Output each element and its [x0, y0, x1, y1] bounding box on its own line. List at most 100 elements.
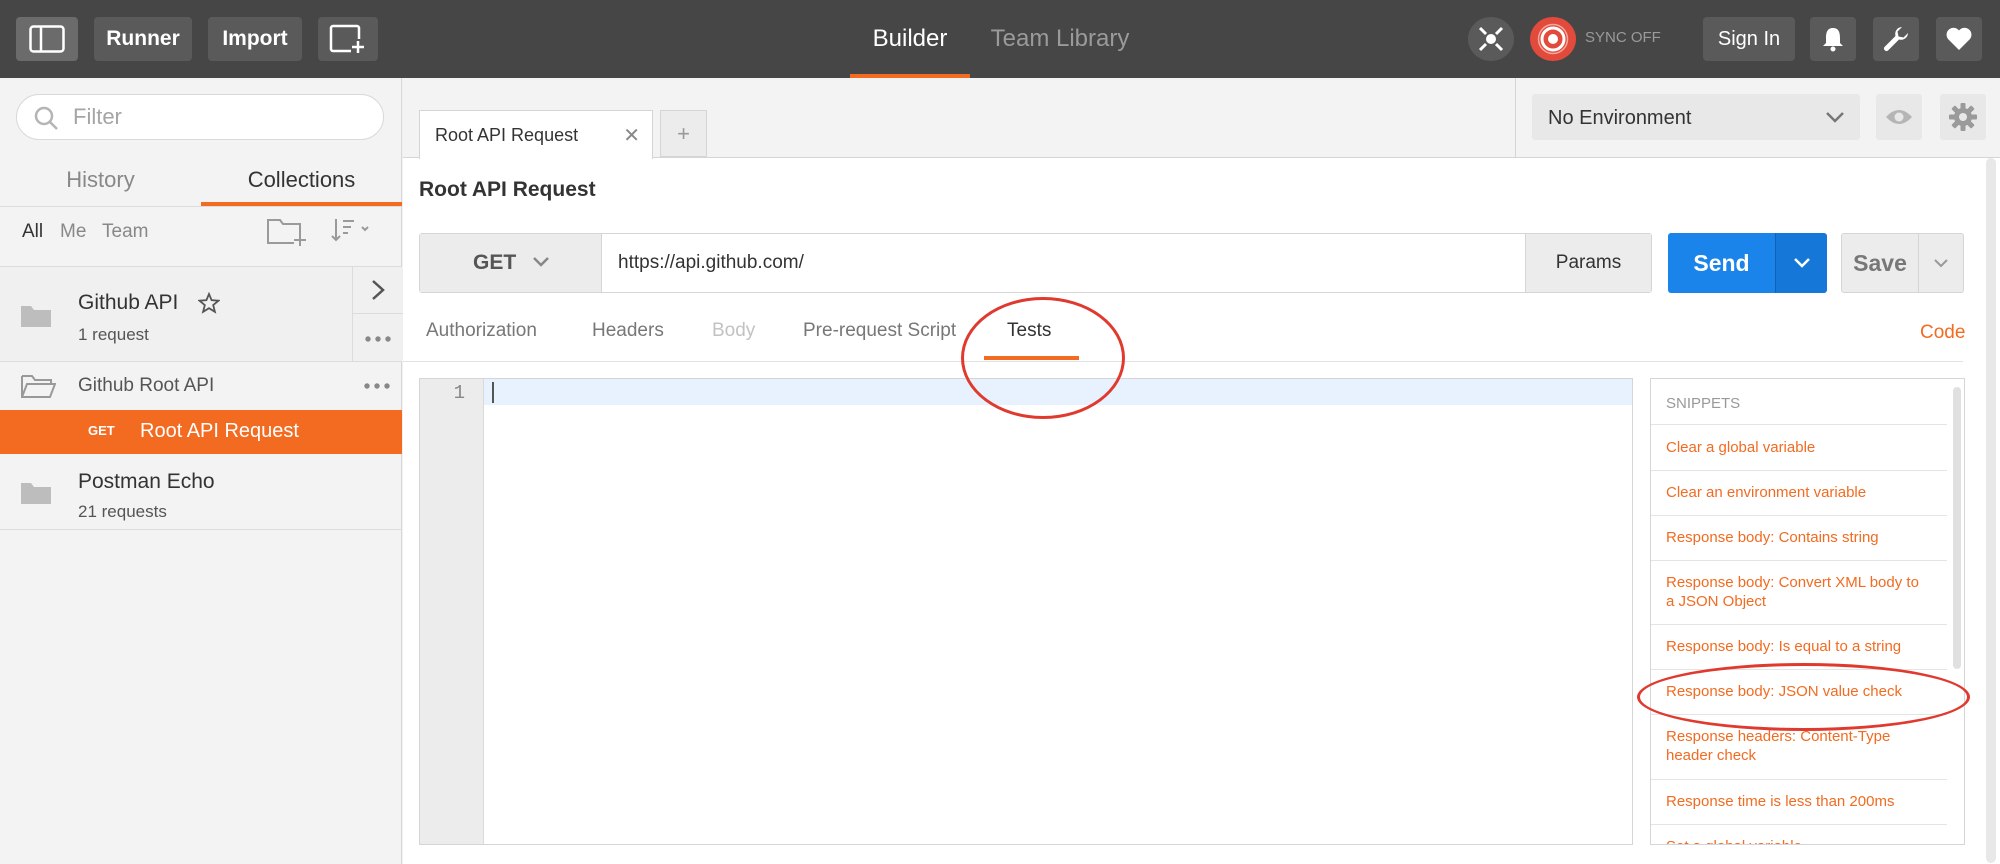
toggle-sidebar-button[interactable] [16, 17, 78, 61]
owner-filter-team[interactable]: Team [102, 221, 148, 243]
gear-icon [1949, 103, 1977, 131]
expand-collection-button[interactable] [353, 267, 403, 314]
tab-tests[interactable]: Tests [1007, 320, 1051, 342]
search-icon [34, 106, 58, 130]
tab-history[interactable]: History [0, 158, 201, 202]
environment-area: No Environment [1515, 78, 2000, 158]
params-label: Params [1555, 252, 1622, 273]
sidebar-icon [29, 25, 65, 53]
runner-button[interactable]: Runner [94, 17, 192, 61]
folder-icon [21, 483, 51, 504]
collection-actions [352, 267, 403, 362]
tests-code-editor[interactable]: 1 [419, 378, 1633, 845]
new-window-icon [329, 24, 365, 53]
tab-team-library[interactable]: Team Library [980, 0, 1140, 78]
collections-label: Collections [247, 167, 356, 192]
bell-icon [1823, 28, 1843, 52]
environment-select[interactable]: No Environment [1532, 94, 1860, 140]
environment-label: No Environment [1548, 107, 1692, 129]
request-tab[interactable]: Root API Request ✕ [419, 110, 653, 159]
builder-label: Builder [872, 25, 948, 52]
save-button[interactable]: Save [1841, 233, 1919, 293]
request-item-root-api[interactable]: GET Root API Request [0, 410, 402, 454]
collection-count: 1 request [78, 325, 149, 344]
collection-postman-echo[interactable]: Postman Echo 21 requests [0, 454, 402, 530]
url-bar: GET Params [419, 233, 1652, 293]
import-button[interactable]: Import [208, 17, 302, 61]
snippets-header: SNIPPETS [1666, 395, 1741, 412]
save-label: Save [1853, 249, 1907, 276]
snippet-item[interactable]: Response body: Is equal to a string [1651, 624, 1947, 669]
request-title: Root API Request [419, 178, 596, 201]
tab-collections[interactable]: Collections [201, 158, 402, 206]
top-bar: Runner Import Builder Team Library SYNC … [0, 0, 2000, 78]
url-input[interactable] [618, 250, 1518, 276]
environment-quick-look-button[interactable] [1876, 94, 1922, 140]
sync-status: SYNC OFF [1585, 29, 1661, 46]
sync-icon [1537, 23, 1569, 55]
interceptor-button[interactable] [1468, 17, 1514, 61]
tab-headers[interactable]: Headers [592, 320, 664, 342]
new-tab-button[interactable] [318, 17, 378, 61]
notifications-button[interactable] [1810, 17, 1856, 61]
new-folder-icon [267, 219, 306, 246]
postman-app: Runner Import Builder Team Library SYNC … [0, 0, 2000, 864]
main-scrollbar[interactable] [1986, 158, 1996, 863]
plus-icon: + [677, 120, 690, 146]
star-icon[interactable] [198, 292, 220, 314]
collection-more-button[interactable] [353, 315, 403, 362]
send-options-button[interactable] [1775, 233, 1827, 293]
sort-button[interactable] [330, 216, 374, 249]
line-number: 1 [453, 382, 465, 404]
settings-button[interactable] [1873, 17, 1919, 61]
active-tab-indicator [984, 356, 1079, 360]
generate-code-link[interactable]: Code [1920, 322, 1965, 344]
send-button[interactable]: Send [1668, 233, 1775, 293]
chevron-down-icon [1793, 258, 1810, 268]
new-collection-button[interactable] [266, 214, 308, 251]
snippet-item[interactable]: Response body: JSON value check [1651, 669, 1947, 714]
snippet-item[interactable]: Clear a global variable [1651, 424, 1947, 470]
snippet-item[interactable]: Response time is less than 200ms [1651, 779, 1947, 824]
save-options-button[interactable] [1918, 233, 1964, 293]
snippet-item[interactable]: Response headers: Content-Type header ch… [1651, 714, 1947, 779]
snippet-item[interactable]: Response body: Convert XML body to a JSO… [1651, 560, 1947, 624]
sync-button[interactable] [1530, 17, 1576, 61]
wrench-icon [1884, 27, 1908, 51]
tab-builder[interactable]: Builder [850, 0, 970, 78]
divider [0, 206, 402, 207]
eye-icon [1886, 110, 1912, 124]
support-button[interactable] [1936, 17, 1982, 61]
filter-field[interactable] [16, 94, 384, 140]
send-label: Send [1693, 249, 1750, 276]
collection-name: Github API [78, 291, 179, 314]
tab-authorization[interactable]: Authorization [426, 320, 537, 342]
folder-icon [21, 306, 51, 327]
snippet-item[interactable]: Response body: Contains string [1651, 515, 1947, 560]
sort-icon [331, 219, 369, 242]
collection-github-api[interactable]: Github API 1 request [0, 266, 403, 362]
tab-body[interactable]: Body [712, 320, 755, 342]
snippet-item[interactable]: Clear an environment variable [1651, 470, 1947, 515]
tab-pre-request-script[interactable]: Pre-request Script [803, 320, 956, 342]
collection-name: Postman Echo [78, 470, 215, 493]
sign-in-button[interactable]: Sign In [1703, 17, 1795, 61]
owner-filter-all[interactable]: All [22, 221, 43, 243]
method-label: GET [473, 251, 517, 274]
divider [403, 361, 1963, 362]
runner-label: Runner [106, 27, 180, 50]
params-button[interactable]: Params [1525, 234, 1651, 292]
more-icon [365, 335, 391, 342]
close-icon[interactable]: ✕ [623, 123, 640, 148]
add-tab-button[interactable]: + [660, 110, 707, 157]
filter-input[interactable] [73, 103, 363, 131]
builder-panel: Root API Request ✕ + No Environment Root… [403, 78, 2000, 864]
request-name: Root API Request [140, 420, 299, 442]
folder-github-root-api[interactable]: Github Root API [0, 363, 402, 410]
more-icon[interactable] [364, 383, 390, 389]
manage-environments-button[interactable] [1940, 94, 1986, 140]
method-select[interactable]: GET [420, 234, 602, 292]
snippets-scrollbar[interactable] [1953, 387, 1961, 669]
owner-filter-me[interactable]: Me [60, 221, 86, 243]
snippet-item[interactable]: Set a global variable [1651, 824, 1947, 844]
